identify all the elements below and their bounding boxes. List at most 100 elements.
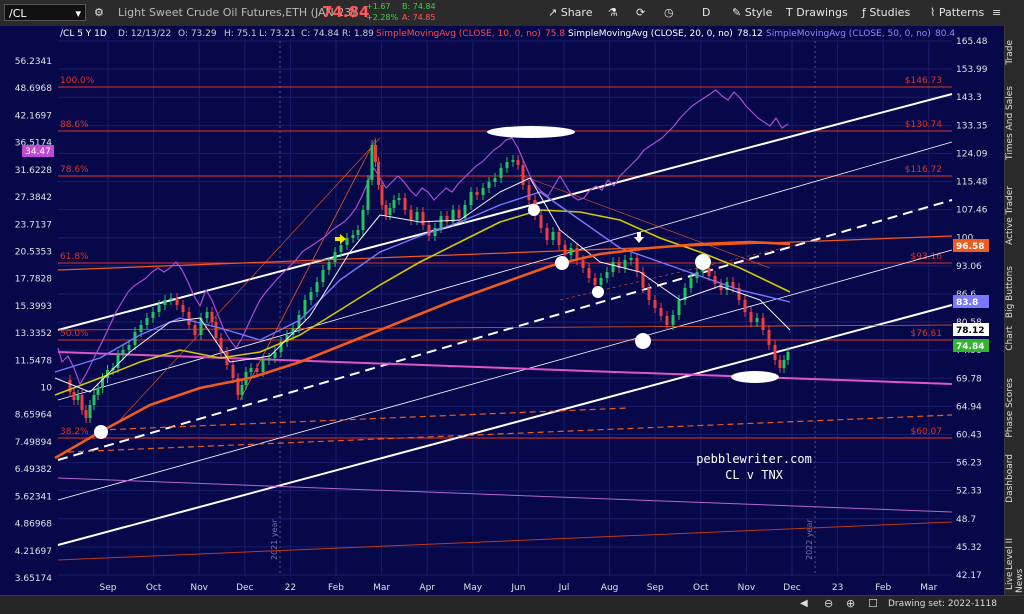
x-axis-tick: Feb xyxy=(875,583,891,593)
pct-change: +2.28% xyxy=(366,13,399,22)
right-tab-phase-scores[interactable]: Phase Scores xyxy=(1005,378,1024,438)
patterns-button[interactable]: ⌇ Patterns xyxy=(930,4,984,22)
candle-body xyxy=(261,360,265,372)
x-axis-tick: May xyxy=(463,583,482,593)
left-axis-tick: 20.5353 xyxy=(15,247,52,257)
left-axis-tick: 4.21697 xyxy=(15,547,52,557)
candle-body xyxy=(72,392,76,400)
candle-body xyxy=(635,258,639,272)
share-button[interactable]: ↗ Share xyxy=(548,4,592,22)
drawings-button[interactable]: T Drawings xyxy=(786,4,848,22)
candle-body xyxy=(563,245,567,255)
candle-body xyxy=(327,262,331,270)
candle-body xyxy=(653,300,657,308)
nav-left-icon[interactable]: ◀ xyxy=(800,598,808,609)
zoom-in-icon[interactable]: ⊕ xyxy=(846,597,855,610)
candle-body xyxy=(377,162,380,185)
candle-body xyxy=(516,160,520,165)
candle-body xyxy=(403,198,407,210)
zoom-out-icon[interactable]: ⊖ xyxy=(824,597,833,610)
right-axis-tick: 115.48 xyxy=(956,178,988,188)
candle-body xyxy=(569,248,573,255)
studies-button[interactable]: ƒ Studies xyxy=(862,4,910,22)
right-tab-big-buttons[interactable]: Big Buttons xyxy=(1005,266,1024,318)
clock-icon[interactable]: ◷ xyxy=(664,4,674,22)
flask-icon[interactable]: ⚗ xyxy=(608,4,618,22)
fib-pct-label: 88.6% xyxy=(60,120,89,130)
candle-body xyxy=(599,278,603,285)
candle-body xyxy=(84,410,88,418)
marker-circle xyxy=(94,425,108,439)
x-axis-tick: Nov xyxy=(738,583,756,593)
header-range: R: 1.89 xyxy=(342,29,374,39)
right-axis-tick: 48.7 xyxy=(956,515,976,525)
candle-body xyxy=(487,182,491,188)
candle-body xyxy=(433,228,437,236)
candle-body xyxy=(409,210,413,220)
candle-body xyxy=(151,312,155,318)
left-axis-tick: 23.7137 xyxy=(15,220,52,230)
right-axis-badge-label: 96.58 xyxy=(956,242,984,252)
candle-body xyxy=(187,312,191,325)
chevron-down-icon: ▾ xyxy=(75,7,81,20)
candle-body xyxy=(88,405,92,418)
gear-icon[interactable]: ⚙ xyxy=(94,4,104,22)
candle-body xyxy=(273,352,277,358)
patterns-icon: ⌇ xyxy=(930,6,939,19)
refresh-icon[interactable]: ⟳ xyxy=(636,4,645,22)
marker-circle xyxy=(528,204,540,216)
candle-body xyxy=(782,360,786,368)
right-axis-badge-label: 74.84 xyxy=(956,342,984,352)
marker-circle xyxy=(695,254,711,270)
candle-body xyxy=(581,260,585,268)
right-tab-times-and-sales[interactable]: Times And Sales xyxy=(1005,86,1024,160)
candle-body xyxy=(749,312,753,322)
right-tab-trade[interactable]: Trade xyxy=(1005,40,1024,65)
sma20-value: 78.12 xyxy=(737,29,763,39)
right-tab-dashboard[interactable]: Dashboard xyxy=(1005,454,1024,503)
candle-body xyxy=(210,312,214,322)
fib-pct-label: 78.6% xyxy=(60,165,89,175)
period-selector[interactable]: D xyxy=(702,4,710,22)
share-icon: ↗ xyxy=(548,6,561,19)
right-axis-tick: 165.48 xyxy=(956,37,988,47)
fib-price-label: $76.61 xyxy=(911,329,943,339)
candle-body xyxy=(629,258,633,260)
right-axis-tick: 64.94 xyxy=(956,402,982,412)
candle-body xyxy=(370,145,374,180)
ask-price: A: 74.85 xyxy=(402,13,436,22)
candle-body xyxy=(689,278,693,288)
left-axis-tick: 7.49894 xyxy=(15,438,52,448)
candle-body xyxy=(551,232,555,240)
right-axis-tick: 45.32 xyxy=(956,543,982,553)
chart-area[interactable]: 2021 year 2022 year 100.0% $146.73 88.6% $13… xyxy=(0,26,1004,595)
x-axis-tick: Dec xyxy=(236,583,253,593)
candle-body xyxy=(587,268,591,278)
candle-body xyxy=(421,212,425,225)
right-tab-chart[interactable]: Chart xyxy=(1005,326,1024,351)
fib-price-label: $60.07 xyxy=(911,427,943,437)
candle-body xyxy=(593,278,597,285)
candle-body xyxy=(505,162,509,168)
studies-label: Studies xyxy=(869,6,911,19)
year-marker-label: 2021 year xyxy=(270,519,279,560)
candle-body xyxy=(713,276,717,284)
right-axis-tick: 107.46 xyxy=(956,206,988,216)
hand-icon[interactable]: ☐ xyxy=(868,597,878,610)
left-axis-tick: 27.3842 xyxy=(15,193,52,203)
menu-icon[interactable]: ≡ xyxy=(992,4,1001,22)
left-axis-tick: 48.6968 xyxy=(15,84,52,94)
marker-circle xyxy=(635,333,651,349)
candle-body xyxy=(605,272,609,278)
candle-body xyxy=(671,315,675,325)
bottom-bar: ◀ ⊖ ⊕ ☐ Drawing set: 2022-1118 xyxy=(0,595,1024,614)
annotation-comparison: CL v TNX xyxy=(725,468,784,482)
fib-pct-label: 61.8% xyxy=(60,252,89,262)
right-tab-active-trader[interactable]: Active Trader xyxy=(1005,186,1024,245)
candle-body xyxy=(659,308,663,316)
left-axis-tick: 6.49382 xyxy=(15,465,52,475)
style-button[interactable]: ✎ Style xyxy=(732,4,772,22)
symbol-input[interactable]: /CL ▾ xyxy=(4,4,86,21)
candle-body xyxy=(361,210,365,230)
right-tab-live-news[interactable]: Live News xyxy=(1005,566,1024,595)
